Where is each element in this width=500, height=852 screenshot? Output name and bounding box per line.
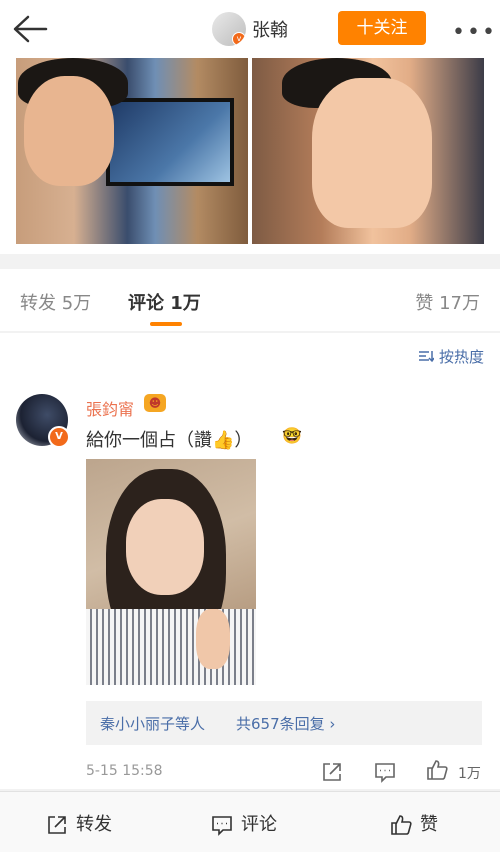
sort-by-popularity[interactable]: 按热度 xyxy=(418,346,484,367)
post-image-1[interactable] xyxy=(16,58,248,244)
verified-icon: V xyxy=(48,426,70,448)
comment-like-count: 1万 xyxy=(458,766,481,782)
comment-icon xyxy=(212,816,232,836)
tab-likes[interactable]: 赞 17万 xyxy=(415,289,480,315)
sort-icon xyxy=(419,351,435,363)
nerd-emoji: 🤓 xyxy=(282,426,302,445)
commenter-name[interactable]: 張鈞甯 xyxy=(86,396,134,420)
thumbs-up-emoji: 👍 xyxy=(212,430,235,451)
active-tab-indicator xyxy=(150,322,182,326)
comment-list: 按热度 V 張鈞甯 ☻ 給你一個占（讚👍） 🤓 秦小小丽子等人 共657条回复 … xyxy=(0,333,500,789)
comment-button[interactable]: 评论 xyxy=(211,810,277,836)
sort-label: 按热度 xyxy=(438,348,484,366)
top-bar: v 张翰 十关注 ••• xyxy=(0,0,500,58)
commenter-avatar[interactable]: V xyxy=(16,394,70,448)
poster-name[interactable]: 张翰 xyxy=(252,16,288,42)
like-icon xyxy=(391,815,412,835)
comment-time: 5-15 15:58 xyxy=(86,763,163,779)
reply-people: 秦小小丽子等人 xyxy=(100,715,206,733)
poster-avatar[interactable]: v xyxy=(212,12,246,46)
member-badge-icon: ☻ xyxy=(144,394,166,412)
post-tabs: 转发 5万 评论 1万 赞 17万 xyxy=(0,269,500,331)
verified-icon: v xyxy=(232,32,246,46)
more-options-icon[interactable]: ••• xyxy=(452,20,497,45)
reply-count: 共657条回复 › xyxy=(236,715,336,733)
forward-button[interactable]: 转发 xyxy=(46,810,112,836)
tab-forwards[interactable]: 转发 5万 xyxy=(20,289,91,315)
like-icon[interactable] xyxy=(426,759,448,781)
comment-text: 給你一個占（讚👍） xyxy=(86,430,253,451)
chevron-right-icon: › xyxy=(329,715,336,733)
share-icon[interactable] xyxy=(321,761,343,783)
forward-icon xyxy=(48,816,66,834)
tab-comments[interactable]: 评论 1万 xyxy=(128,289,201,315)
follow-button[interactable]: 十关注 xyxy=(338,11,426,45)
comment-icon[interactable] xyxy=(374,761,396,783)
post-images xyxy=(0,58,500,254)
replies-link[interactable]: 秦小小丽子等人 共657条回复 › xyxy=(86,701,482,745)
like-button[interactable]: 赞 xyxy=(390,810,438,836)
back-arrow-icon[interactable] xyxy=(12,14,48,44)
comment-image[interactable] xyxy=(86,459,256,685)
post-image-2[interactable] xyxy=(252,58,484,244)
bottom-action-bar: 转发 评论 赞 xyxy=(0,791,500,852)
